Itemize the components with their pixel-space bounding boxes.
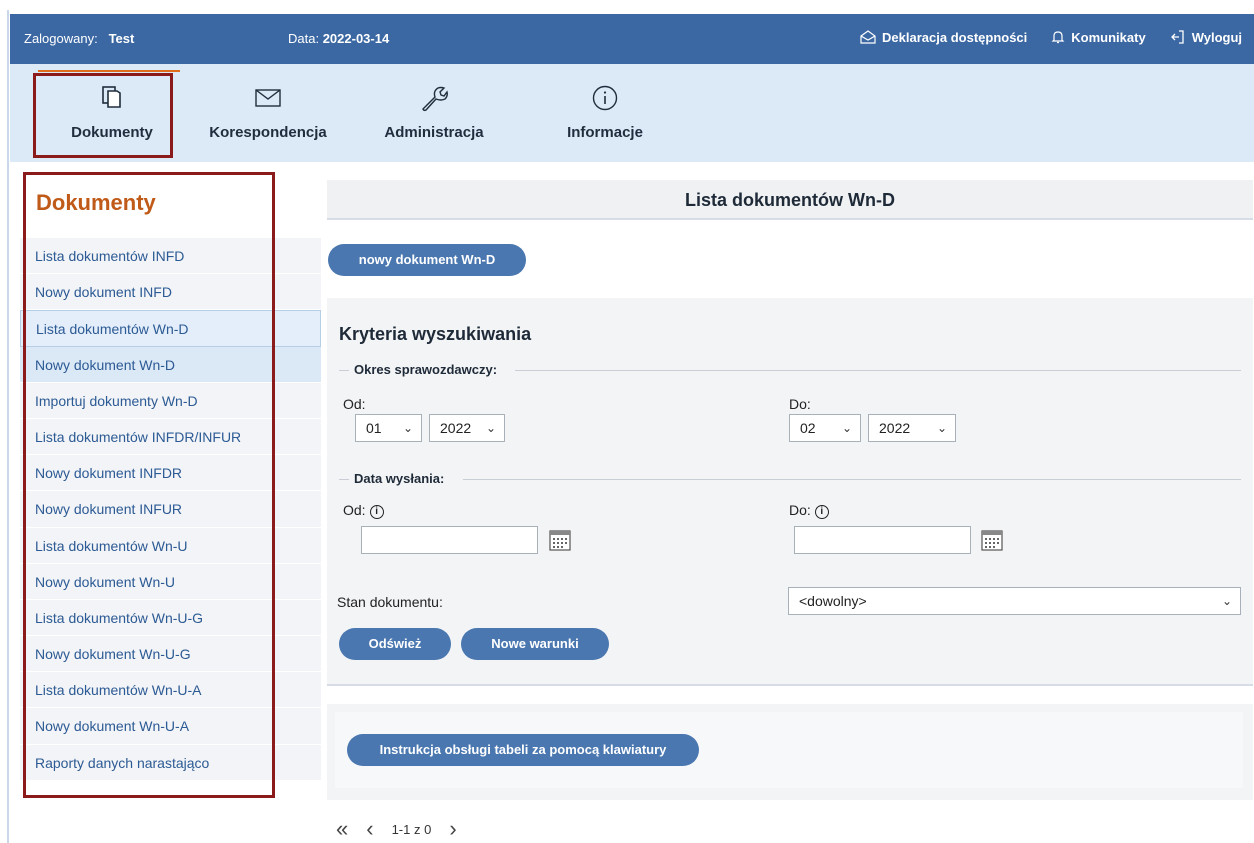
period-legend: Okres sprawozdawczy: <box>354 362 498 377</box>
sidebar-item-nowy-wn-u-g[interactable]: Nowy dokument Wn-U-G <box>20 636 321 673</box>
period-from-month-value: 01 <box>366 420 382 436</box>
next-page-icon[interactable]: › <box>449 818 456 840</box>
active-tab-indicator <box>38 70 180 72</box>
chevron-down-icon: ⌄ <box>841 421 852 435</box>
tab-korespondencja[interactable]: Korespondencja <box>202 84 334 141</box>
pager: « ‹ 1-1 z 0 › <box>336 818 457 840</box>
logged-user: Zalogowany: Test <box>24 31 134 46</box>
status-value: <dowolny> <box>799 593 867 609</box>
period-to-year-select[interactable]: 2022 ⌄ <box>868 414 956 442</box>
top-strip <box>0 0 1254 10</box>
chevron-down-icon: ⌄ <box>1221 594 1232 608</box>
period-from-label: Od: <box>343 396 366 412</box>
tab-korespondencja-label: Korespondencja <box>209 124 327 141</box>
highlight-frame-tab <box>33 73 173 158</box>
sidebar-item-lista-infd[interactable]: Lista dokumentów INFD <box>20 238 321 275</box>
period-to-month-value: 02 <box>800 420 816 436</box>
sent-legend-line-left <box>339 479 349 480</box>
period-from-year-value: 2022 <box>440 420 472 436</box>
criteria-title: Kryteria wyszukiwania <box>339 324 532 344</box>
sent-to-label-text: Do: <box>789 502 811 518</box>
sidebar-item-nowy-infd[interactable]: Nowy dokument INFD <box>20 274 321 311</box>
sent-legend: Data wysłania: <box>354 471 445 486</box>
envelope-icon <box>255 89 281 107</box>
info-icon[interactable]: i <box>369 505 384 519</box>
sidebar-item-raporty[interactable]: Raporty danych narastająco <box>20 744 321 781</box>
status-select[interactable]: <dowolny> ⌄ <box>788 587 1241 615</box>
header-links: Deklaracja dostępności Komunikaty Wylogu… <box>860 29 1242 45</box>
bell-icon <box>1051 31 1065 44</box>
sidebar-item-nowy-wn-u-a[interactable]: Nowy dokument Wn-U-A <box>20 708 321 745</box>
sidebar-item-nowy-infur[interactable]: Nowy dokument INFUR <box>20 491 321 528</box>
date-label: Data: <box>288 31 320 46</box>
logout-label: Wyloguj <box>1191 29 1242 45</box>
new-document-button[interactable]: nowy dokument Wn-D <box>328 244 526 276</box>
sent-to-label: Do: i <box>789 502 829 519</box>
period-legend-line-right <box>515 370 1241 371</box>
sidebar-item-import-wn-d[interactable]: Importuj dokumenty Wn-D <box>20 382 321 419</box>
info-icon <box>592 85 618 111</box>
period-from-year-select[interactable]: 2022 ⌄ <box>429 414 505 442</box>
sent-to-input[interactable] <box>794 526 971 554</box>
sidebar-item-lista-wn-u-g[interactable]: Lista dokumentów Wn-U-G <box>20 599 321 637</box>
period-from-month-select[interactable]: 01 ⌄ <box>355 414 422 442</box>
module-tabbar: Dokumenty Korespondencja Administracja I… <box>10 64 1254 162</box>
calendar-icon[interactable] <box>549 529 571 551</box>
left-edge <box>0 10 9 843</box>
tab-informacje[interactable]: Informacje <box>560 84 650 141</box>
tab-administracja-label: Administracja <box>384 124 484 141</box>
sent-from-label: Od: i <box>343 502 384 519</box>
sent-from-label-text: Od: <box>343 502 366 518</box>
sidebar-item-lista-wn-u[interactable]: Lista dokumentów Wn-U <box>20 527 321 564</box>
sidebar-menu: Lista dokumentów INFD Nowy dokument INFD… <box>20 238 321 781</box>
sidebar-item-lista-wn-u-a[interactable]: Lista dokumentów Wn-U-A <box>20 672 321 709</box>
chevron-down-icon: ⌄ <box>485 421 496 435</box>
keyboard-instructions-button[interactable]: Instrukcja obsługi tabeli za pomocą klaw… <box>347 734 699 766</box>
calendar-icon[interactable] <box>981 529 1003 551</box>
accessibility-link[interactable]: Deklaracja dostępności <box>860 29 1027 45</box>
sidebar-item-lista-infdr-infur[interactable]: Lista dokumentów INFDR/INFUR <box>20 418 321 456</box>
page-title: Lista dokumentów Wn-D <box>327 180 1253 220</box>
sidebar-item-nowy-wn-u[interactable]: Nowy dokument Wn-U <box>20 563 321 600</box>
sent-legend-line-right <box>463 479 1241 480</box>
date-value: 2022-03-14 <box>322 31 390 46</box>
sidebar-title: Dokumenty <box>36 190 156 215</box>
messages-label: Komunikaty <box>1071 29 1146 45</box>
period-to-label: Do: <box>789 396 811 412</box>
info-icon[interactable]: i <box>814 505 829 519</box>
sent-from-input[interactable] <box>361 526 538 554</box>
wrench-icon <box>422 86 448 112</box>
chevron-down-icon: ⌄ <box>936 421 947 435</box>
status-label: Stan dokumentu: <box>337 594 443 610</box>
refresh-button[interactable]: Odśwież <box>339 628 451 660</box>
previous-page-icon[interactable]: ‹ <box>366 818 373 840</box>
sidebar-item-nowy-wn-d[interactable]: Nowy dokument Wn-D <box>20 346 321 383</box>
top-strip-right <box>528 0 1254 10</box>
session-date: Data: 2022-03-14 <box>288 31 389 46</box>
period-legend-line-left <box>339 370 349 371</box>
period-to-month-select[interactable]: 02 ⌄ <box>789 414 861 442</box>
chevron-down-icon: ⌄ <box>402 421 413 435</box>
sidebar-item-nowy-infdr[interactable]: Nowy dokument INFDR <box>20 455 321 492</box>
logout-link[interactable]: Wyloguj <box>1170 29 1242 45</box>
search-criteria-panel: Kryteria wyszukiwania Okres sprawozdawcz… <box>327 298 1253 686</box>
messages-link[interactable]: Komunikaty <box>1051 29 1146 45</box>
sidebar-item-lista-wn-d[interactable]: Lista dokumentów Wn-D <box>20 310 321 347</box>
pager-range: 1-1 z 0 <box>391 821 432 837</box>
accessibility-label: Deklaracja dostępności <box>882 29 1028 45</box>
accessibility-icon <box>860 30 876 44</box>
logged-label: Zalogowany: <box>24 31 98 46</box>
tab-informacje-label: Informacje <box>567 124 643 141</box>
new-conditions-button[interactable]: Nowe warunki <box>461 628 609 660</box>
logged-username: Test <box>108 31 135 46</box>
first-page-icon[interactable]: « <box>336 818 348 840</box>
logout-icon <box>1170 30 1184 44</box>
period-to-year-value: 2022 <box>879 420 911 436</box>
top-header: Zalogowany: Test Data: 2022-03-14 Deklar… <box>10 14 1254 64</box>
tab-administracja[interactable]: Administracja <box>378 84 490 141</box>
